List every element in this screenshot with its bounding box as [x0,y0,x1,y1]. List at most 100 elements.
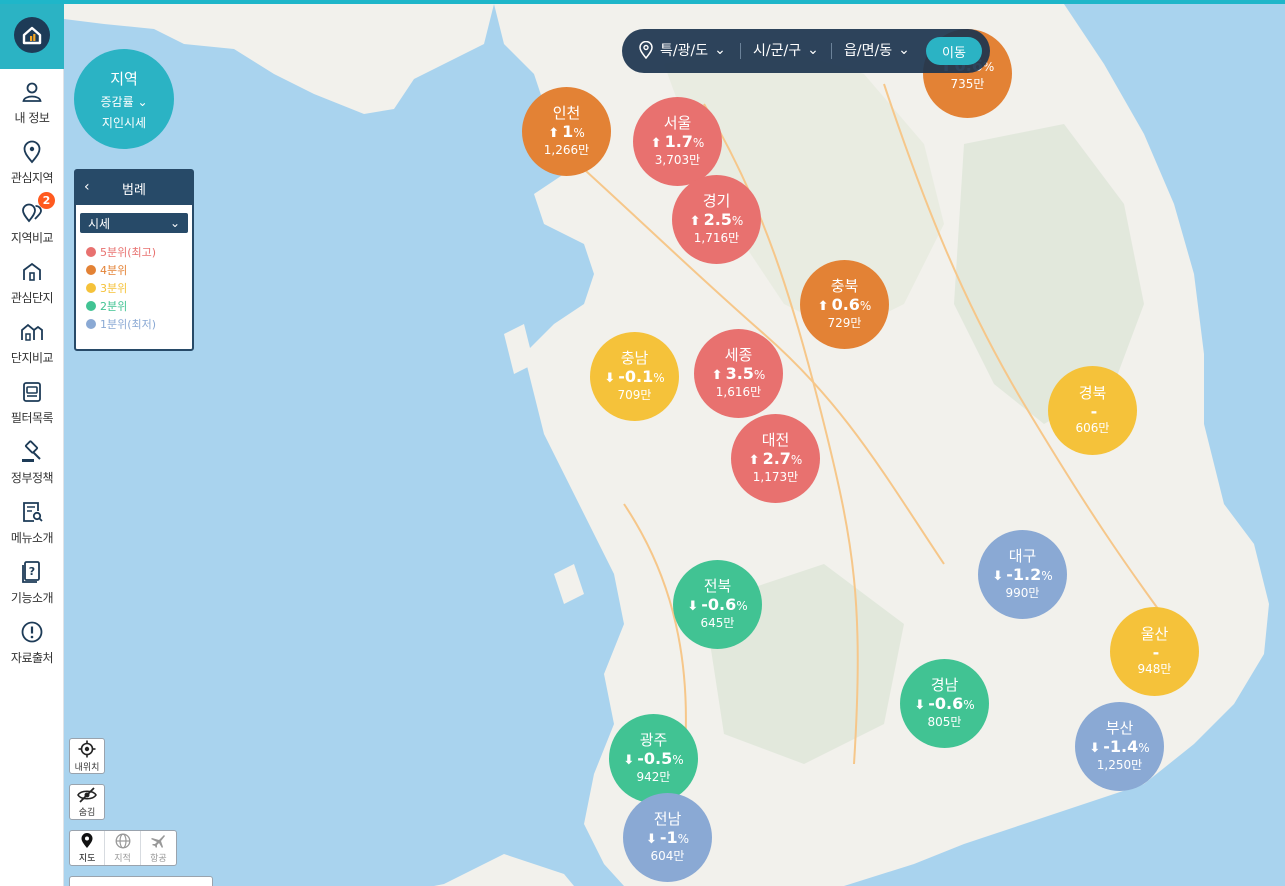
town-select[interactable]: 읍/면/동 ⌄ [844,40,910,60]
region-rate: ⬇ -1.4% [1089,737,1149,758]
region-population: 729만 [827,316,862,330]
legend-panel: ‹ 범례 시세 ⌄ 5분위(최고) 4분위 3분위 2분위 1분위(최저) [74,169,194,351]
trend-arrow-icon: ⬆ [748,453,760,468]
legend-dot [86,247,96,257]
legend-title: 범례 [122,182,146,198]
rate-value: -1.2 [1006,565,1042,584]
region-rate: - [1088,402,1098,421]
region-rate: ⬆ 2.7% [749,449,803,470]
rate-value: 1 [562,122,574,141]
legend-item: 3분위 [86,279,192,297]
sidebar-item-menu-intro[interactable]: 메뉴소개 [0,500,64,560]
region-bubble-gwangju[interactable]: 광주 ⬇ -0.5% 942만 [609,714,698,803]
region-bubble-gyeongbuk[interactable]: 경북 -606만 [1048,366,1137,455]
sidebar-item-complex-compare[interactable]: 단지비교 [0,320,64,380]
rate-unit: % [573,126,585,140]
region-bubble-busan[interactable]: 부산 ⬇ -1.4% 1,250만 [1075,702,1164,791]
province-select[interactable]: 특/광/도 ⌄ [638,40,726,60]
legend-select[interactable]: 시세 ⌄ [80,213,188,233]
region-bubble-chungnam[interactable]: 충남 ⬇ -0.1% 709만 [590,332,679,421]
menu-search-icon [23,502,43,522]
legend-item: 1분위(최저) [86,315,192,333]
app-logo[interactable] [0,0,64,69]
hide-button[interactable]: 숨김 [69,784,105,820]
chevron-down-icon: ⌄ [898,42,910,58]
region-bubble-gyeongnam[interactable]: 경남 ⬇ -0.6% 805만 [900,659,989,748]
metric-dropdown[interactable]: 증감률 ⌄ [100,93,147,110]
buildings-compare-icon [21,323,43,341]
map-type-aerial[interactable]: 항공 [141,831,176,865]
province-select-label: 특/광/도 [660,43,709,59]
region-name: 충남 [620,349,649,367]
region-population: 942만 [636,770,671,784]
sidebar-item-interest-region[interactable]: 관심지역 [0,140,64,200]
sidebar-item-data-source[interactable]: 자료출처 [0,620,64,680]
region-rate: ⬇ -0.5% [623,749,683,770]
map-type-cadastral[interactable]: 지적 [105,831,141,865]
rate-value: -0.1 [618,367,654,386]
legend-label: 5분위(최고) [100,246,157,259]
region-population: 1,266만 [543,143,590,157]
legend-label: 2분위 [100,300,128,313]
city-select[interactable]: 시/군/구 ⌄ [753,40,819,60]
region-bubble-jeonbuk[interactable]: 전북 ⬇ -0.6% 645만 [673,560,762,649]
rate-value: 0.6 [831,295,860,314]
rate-value: 3.5 [725,364,754,383]
sidebar-item-label: 필터목록 [10,411,54,425]
trend-arrow-icon: ⬆ [711,368,723,383]
region-bubble-incheon[interactable]: 인천 ⬆ 1% 1,266만 [522,87,611,176]
sidebar-item-label: 내 정보 [14,111,50,125]
region-name: 울산 [1140,625,1169,643]
trend-arrow-icon: ⬆ [548,126,560,141]
sidebar-item-label: 단지비교 [10,351,54,365]
legend-item: 2분위 [86,297,192,315]
region-name: 대전 [761,431,790,449]
my-location-button[interactable]: 내위치 [69,738,105,774]
region-rate: ⬆ 1.7% [651,132,705,153]
trend-arrow-icon: ⬆ [817,299,829,314]
sidebar-item-my-info[interactable]: 내 정보 [0,80,64,140]
sidebar-item-label: 메뉴소개 [10,531,54,545]
region-bubble-daejeon[interactable]: 대전 ⬆ 2.7% 1,173만 [731,414,820,503]
region-population: 3,703만 [654,153,701,167]
region-rate: ⬆ 3.5% [712,364,766,385]
region-mode-toggle[interactable]: 지역 증감률 ⌄ 지인시세 [74,49,174,149]
metric-value: 증감률 [100,94,134,109]
rate-unit: % [736,599,748,613]
rate-value: -1 [659,828,678,847]
search-divider [831,43,832,59]
rate-value: -0.6 [928,694,964,713]
hide-label: 숨김 [78,807,96,818]
region-bubble-jeonnam[interactable]: 전남 ⬇ -1% 604만 [623,793,712,882]
region-bubble-ulsan[interactable]: 울산 -948만 [1110,607,1199,696]
region-bubble-daegu[interactable]: 대구 ⬇ -1.2% 990만 [978,530,1067,619]
region-population: 645만 [700,616,735,630]
sidebar-item-interest-complex[interactable]: 관심단지 [0,260,64,320]
help-book-icon: ? [22,561,40,583]
sidebar-item-filter-list[interactable]: 필터목록 [0,380,64,440]
rate-unit: % [1138,741,1150,755]
region-population: 1,250만 [1096,758,1143,772]
legend-item: 5분위(최고) [86,243,192,261]
rate-value: -0.6 [701,595,737,614]
eye-off-icon [77,786,97,803]
sidebar-item-feature-intro[interactable]: ? 기능소개 [0,560,64,620]
go-button[interactable]: 이동 [926,37,982,65]
location-pin-icon [639,41,653,59]
region-bubble-seoul[interactable]: 서울 ⬆ 1.7% 3,703만 [633,97,722,186]
legend-dot [86,301,96,311]
region-bubble-sejong[interactable]: 세종 ⬆ 3.5% 1,616만 [694,329,783,418]
region-rate: ⬆ 1% [548,122,584,143]
more-map-controls[interactable] [69,876,213,886]
trend-arrow-icon: ⬇ [687,599,699,614]
map-type-switcher: 지도 지적 항공 [69,830,177,866]
chevron-left-icon[interactable]: ‹ [84,179,90,195]
region-bubble-chungbuk[interactable]: 충북 ⬆ 0.6% 729만 [800,260,889,349]
region-search-bar: 특/광/도 ⌄ 시/군/구 ⌄ 읍/면/동 ⌄ 이동 [622,29,990,73]
map-type-map[interactable]: 지도 [70,831,106,865]
trend-arrow-icon: ⬇ [604,371,616,386]
region-bubble-gyeonggi[interactable]: 경기 ⬆ 2.5% 1,716만 [672,175,761,264]
sidebar-item-region-compare[interactable]: 2 지역비교 [0,192,64,260]
sidebar-item-gov-policy[interactable]: 정부정책 [0,440,64,500]
trend-arrow-icon: ⬇ [623,753,635,768]
